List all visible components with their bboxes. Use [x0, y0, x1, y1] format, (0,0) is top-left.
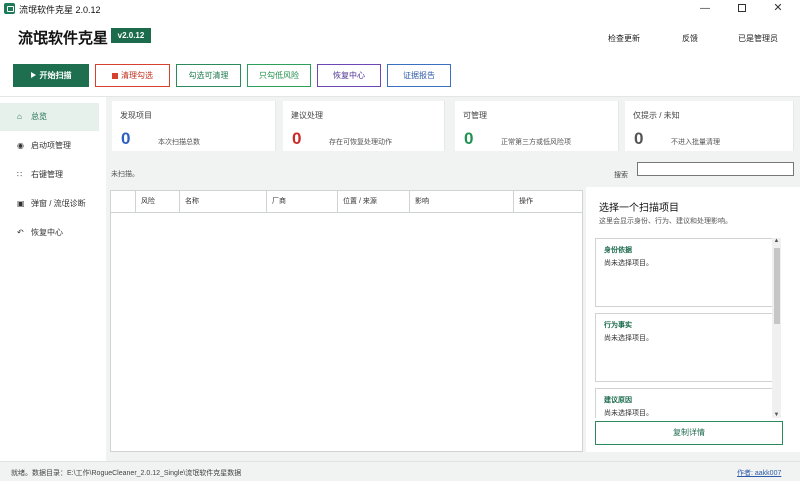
- sidebar: ⌂ 总览 ◉ 启动项管理 ∷ 右键管理 ▣ 弹窗 / 流氓诊断 ↶ 恢复中心: [0, 97, 106, 461]
- sidebar-item-label: 总览: [31, 112, 47, 121]
- check-low-risk-button[interactable]: 只勾低风险: [247, 64, 311, 87]
- stat-label: 仅提示 / 未知: [633, 111, 680, 120]
- maximize-icon: [738, 4, 746, 13]
- app-logo-icon: [4, 3, 15, 14]
- start-scan-label: 开始扫描: [39, 71, 72, 80]
- sidebar-item-startup[interactable]: ◉ 启动项管理: [0, 132, 99, 160]
- column-header-action[interactable]: 操作: [514, 191, 582, 212]
- author-link[interactable]: 作者: aakk007: [737, 468, 781, 478]
- status-bar: 就绪。数据目录：E:\工作\RogueCleaner_2.0.12_Single…: [0, 461, 800, 481]
- popup-icon: ▣: [17, 199, 25, 208]
- scan-status-text: 未扫描。: [111, 171, 139, 178]
- sidebar-item-label: 弹窗 / 流氓诊断: [31, 199, 86, 208]
- stat-value: 0: [464, 129, 474, 148]
- column-header-select[interactable]: [111, 191, 136, 212]
- home-icon: ⌂: [17, 112, 22, 121]
- app-header: 流氓软件克星 v2.0.12 检查更新 反馈 已是管理员: [0, 17, 800, 57]
- column-header-risk[interactable]: 风险: [136, 191, 180, 212]
- identity-card: 身份依据 尚未选择项目。: [595, 238, 773, 307]
- detail-panel: 选择一个扫描项目 这里会显示身份、行为、建议和处理影响。 身份依据 尚未选择项目…: [586, 187, 800, 452]
- card-title: 行为事实: [604, 322, 632, 329]
- title-bar: 流氓软件克星 2.0.12 — ✕: [0, 0, 800, 17]
- column-header-vendor[interactable]: 厂商: [267, 191, 338, 212]
- table-header: 风险 名称 厂商 位置 / 来源 影响 操作: [111, 191, 582, 213]
- sidebar-item-label: 恢复中心: [31, 228, 63, 237]
- evidence-report-button[interactable]: 证据报告: [387, 64, 451, 87]
- search-input[interactable]: [637, 162, 794, 176]
- detail-scroll-area[interactable]: 身份依据 尚未选择项目。 行为事实 尚未选择项目。 建议原因 尚未选择项目。: [595, 238, 783, 418]
- reason-card: 建议原因 尚未选择项目。: [595, 388, 773, 418]
- copy-details-button[interactable]: 复制详情: [595, 421, 783, 445]
- admin-status: 已是管理员: [738, 34, 778, 43]
- column-header-impact[interactable]: 影响: [410, 191, 514, 212]
- stat-card-suggested: 建议处理 0 存在可恢复处理动作: [283, 101, 445, 151]
- check-update-link[interactable]: 检查更新: [608, 33, 640, 44]
- behavior-card: 行为事实 尚未选择项目。: [595, 313, 773, 382]
- card-title: 身份依据: [604, 247, 632, 254]
- detail-title: 选择一个扫描项目: [599, 203, 679, 214]
- stat-value: 0: [121, 129, 131, 148]
- status-text: 就绪。数据目录：E:\工作\RogueCleaner_2.0.12_Single…: [11, 470, 242, 477]
- clear-icon: [112, 72, 118, 79]
- stat-desc: 正常第三方或低风险项: [501, 139, 571, 146]
- detail-subtitle: 这里会显示身份、行为、建议和处理影响。: [599, 218, 732, 225]
- stat-desc: 存在可恢复处理动作: [329, 139, 392, 146]
- scroll-up-icon[interactable]: ▲: [773, 238, 780, 244]
- toolbar: 开始扫描 清理勾选 勾选可清理 只勾低风险 恢复中心 证据报告: [0, 57, 800, 97]
- startup-icon: ◉: [17, 141, 24, 150]
- card-body: 尚未选择项目。: [604, 335, 653, 342]
- scroll-thumb[interactable]: [774, 248, 780, 324]
- window-title: 流氓软件克星 2.0.12: [19, 5, 101, 15]
- scroll-down-icon[interactable]: ▼: [773, 412, 780, 418]
- stat-value: 0: [634, 129, 644, 148]
- clear-checked-button[interactable]: 清理勾选: [95, 64, 170, 87]
- card-title: 建议原因: [604, 397, 632, 404]
- restore-icon: ↶: [17, 228, 24, 237]
- column-header-location[interactable]: 位置 / 来源: [338, 191, 410, 212]
- app-name: 流氓软件克星: [18, 30, 109, 47]
- stat-desc: 本次扫描总数: [158, 139, 200, 146]
- search-label: 搜索: [614, 172, 628, 179]
- stat-card-manageable: 可管理 0 正常第三方或低风险项: [455, 101, 619, 151]
- sidebar-item-popup-diagnosis[interactable]: ▣ 弹窗 / 流氓诊断: [0, 190, 99, 218]
- feedback-link[interactable]: 反馈: [682, 33, 698, 44]
- stat-value: 0: [292, 129, 302, 148]
- stat-label: 可管理: [463, 111, 487, 120]
- stat-card-found: 发现项目 0 本次扫描总数: [112, 101, 276, 151]
- play-icon: [30, 72, 36, 78]
- sidebar-item-label: 启动项管理: [31, 141, 71, 150]
- stat-label: 建议处理: [291, 111, 323, 120]
- minimize-button[interactable]: —: [685, 0, 725, 17]
- start-scan-button[interactable]: 开始扫描: [13, 64, 89, 87]
- stat-desc: 不进入批量清理: [671, 139, 720, 146]
- column-header-name[interactable]: 名称: [180, 191, 267, 212]
- version-badge: v2.0.12: [111, 28, 151, 43]
- sidebar-item-context-menu[interactable]: ∷ 右键管理: [0, 161, 99, 189]
- sidebar-item-overview[interactable]: ⌂ 总览: [0, 103, 99, 131]
- recovery-center-button[interactable]: 恢复中心: [317, 64, 381, 87]
- maximize-button[interactable]: [722, 0, 762, 17]
- card-body: 尚未选择项目。: [604, 260, 653, 267]
- sidebar-item-label: 右键管理: [31, 170, 63, 179]
- check-cleanable-button[interactable]: 勾选可清理: [176, 64, 241, 87]
- clear-checked-label: 清理勾选: [121, 71, 153, 80]
- detail-scrollbar[interactable]: ▲ ▼: [772, 238, 781, 418]
- stat-card-info-unknown: 仅提示 / 未知 0 不进入批量清理: [625, 101, 794, 151]
- main-panel: 发现项目 0 本次扫描总数 建议处理 0 存在可恢复处理动作 可管理 0 正常第…: [106, 97, 800, 461]
- card-body: 尚未选择项目。: [604, 410, 653, 417]
- scan-results-table[interactable]: 风险 名称 厂商 位置 / 来源 影响 操作: [110, 190, 583, 452]
- stat-label: 发现项目: [120, 111, 152, 120]
- context-menu-icon: ∷: [17, 170, 23, 179]
- close-button[interactable]: ✕: [758, 0, 798, 17]
- sidebar-item-recovery[interactable]: ↶ 恢复中心: [0, 219, 99, 247]
